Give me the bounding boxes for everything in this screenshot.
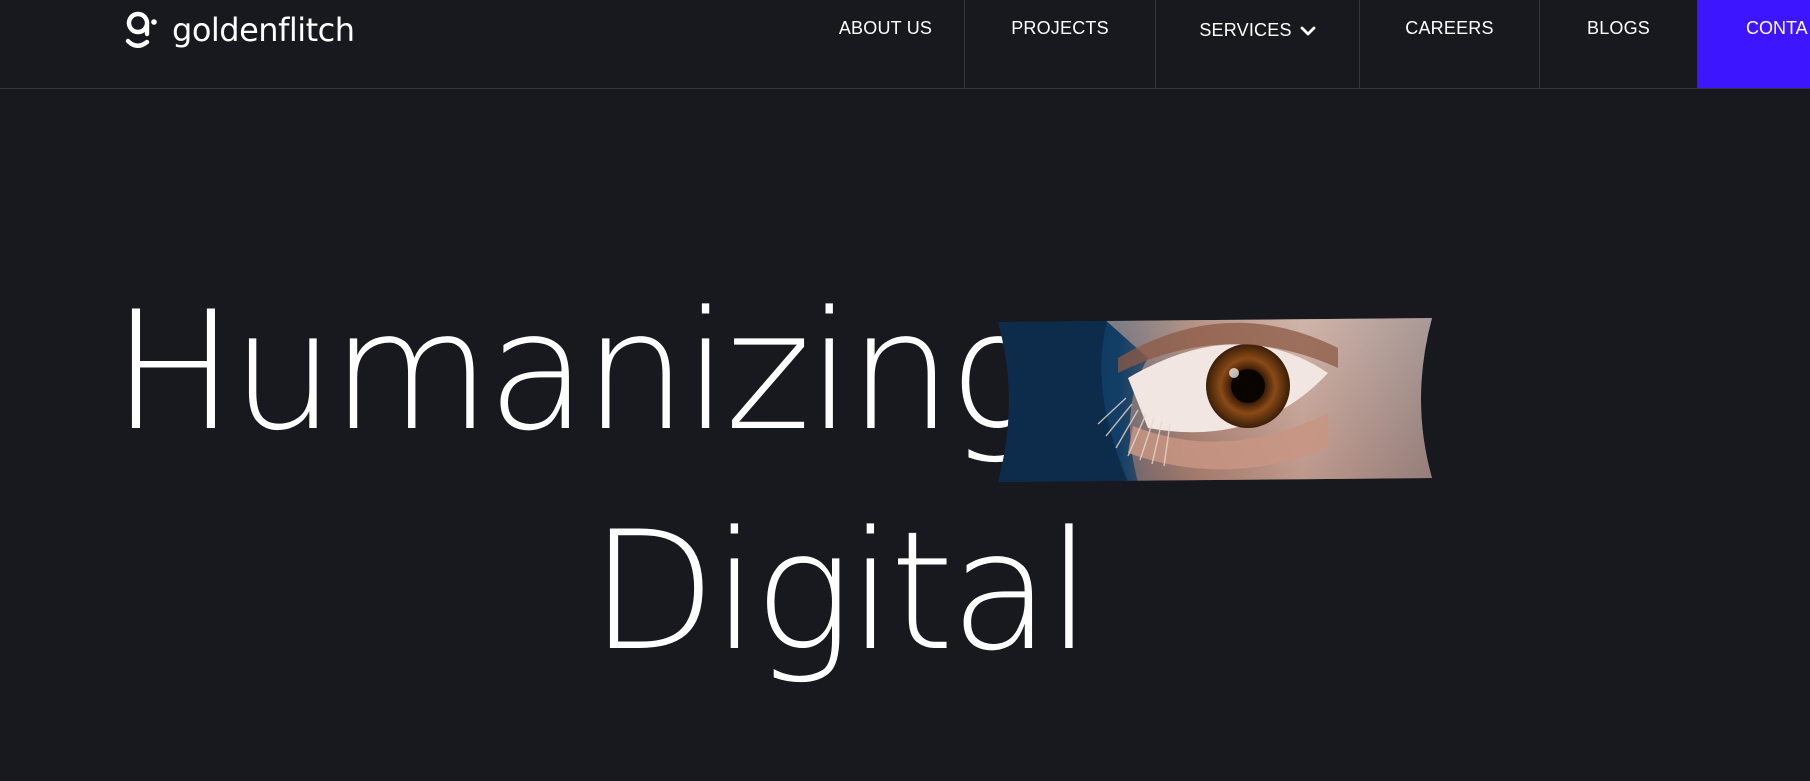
hero-heading-line1: Humanizing — [112, 276, 1047, 467]
nav-projects-label: PROJECTS — [1011, 18, 1109, 38]
goldenflitch-logo-icon — [125, 11, 157, 48]
brand-logo[interactable]: goldenflitch — [122, 8, 355, 52]
eye-closeup-photo — [998, 318, 1432, 482]
nav-blogs[interactable]: BLOGS — [1540, 0, 1697, 88]
nav-careers[interactable]: CAREERS — [1360, 0, 1539, 88]
hero-heading-line2: Digital — [590, 496, 1092, 687]
nav-about-us-label: ABOUT US — [838, 18, 933, 38]
nav-about-us[interactable]: ABOUT US — [807, 0, 964, 88]
contact-button[interactable]: CONTA — [1697, 0, 1810, 88]
chevron-down-icon[interactable] — [1300, 25, 1316, 37]
contact-button-label: CONTA — [1746, 18, 1808, 38]
brand-name: goldenflitch — [172, 11, 355, 49]
nav-blogs-label: BLOGS — [1586, 18, 1651, 38]
site-header: goldenflitch ABOUT US PROJECTS SERVICES … — [0, 0, 1810, 89]
nav-services[interactable]: SERVICES — [1156, 0, 1359, 88]
nav-careers-label: CAREERS — [1405, 18, 1494, 38]
nav-projects[interactable]: PROJECTS — [965, 0, 1155, 88]
nav-services-label: SERVICES — [1199, 20, 1292, 40]
